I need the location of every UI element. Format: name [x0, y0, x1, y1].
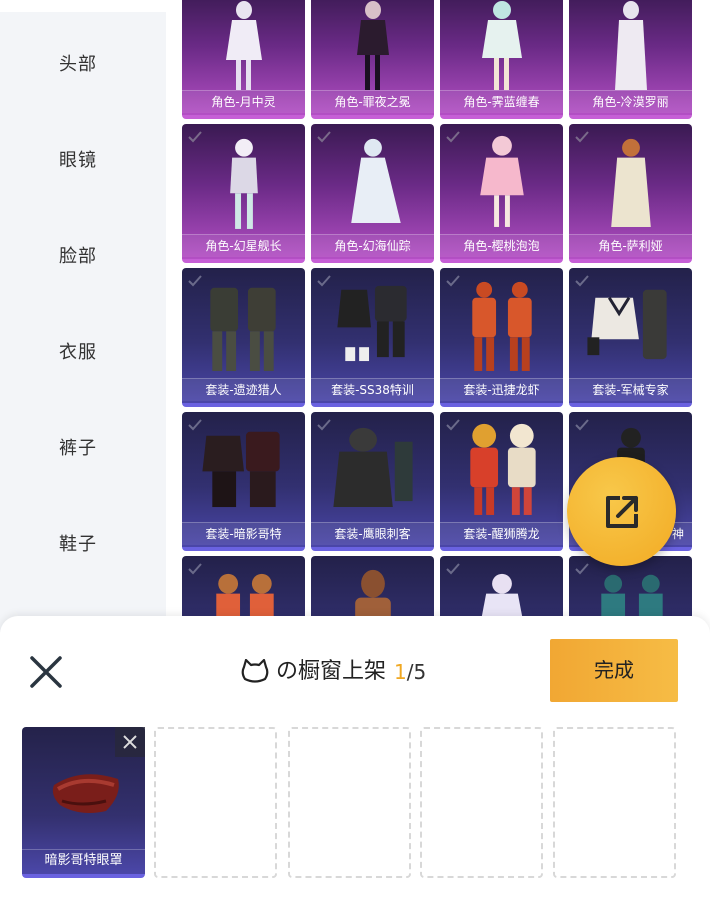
item-card[interactable]: 套装-鹰眼刺客 [311, 412, 434, 551]
item-card[interactable]: 角色-霁蓝缠春 [440, 0, 563, 119]
character-figure-icon [480, 135, 524, 227]
character-figure-icon [230, 138, 258, 229]
outfit-figure-icon [333, 427, 413, 508]
item-label: 套装-暗影哥特 [182, 522, 305, 545]
showcase-slot-empty[interactable] [288, 727, 411, 878]
cat-face-icon [241, 659, 269, 683]
close-button[interactable] [28, 654, 64, 690]
share-button[interactable] [567, 457, 676, 566]
remove-button[interactable] [115, 727, 145, 757]
panel-title-text: の橱窗上架 [276, 659, 387, 684]
item-label: 角色-幻海仙踪 [311, 234, 434, 257]
item-card[interactable]: 角色-月中灵 [182, 0, 305, 119]
panel-title: の橱窗上架 1/5 [240, 654, 426, 690]
item-card[interactable]: 套装-遗迹猎人 [182, 268, 305, 407]
character-figure-icon [482, 1, 522, 90]
item-label: 角色-冷漠罗丽 [569, 90, 692, 113]
showcase-slot-filled[interactable]: 暗影哥特眼罩 [22, 727, 145, 878]
item-card[interactable]: 套装-醒狮腾龙 [440, 412, 563, 551]
done-button[interactable]: 完成 [550, 639, 678, 702]
sidebar-item-face[interactable]: 脸部 [0, 242, 156, 268]
character-figure-icon [351, 138, 401, 223]
item-card[interactable]: 角色-幻海仙踪 [311, 124, 434, 263]
sidebar-item-head[interactable]: 头部 [0, 50, 156, 76]
item-label: 套装-SS38特训 [311, 378, 434, 401]
outfit-figure-icon [587, 289, 667, 360]
item-card[interactable] [311, 556, 434, 616]
outfit-figure-icon [202, 431, 280, 508]
item-card[interactable]: 角色-冷漠罗丽 [569, 0, 692, 119]
item-card[interactable]: 套装-暗影哥特 [182, 412, 305, 551]
share-external-icon [605, 495, 638, 528]
item-card[interactable] [440, 556, 563, 616]
item-label: 套装-迅捷龙虾 [440, 378, 563, 401]
item-label: 套装-遗迹猎人 [182, 378, 305, 401]
sidebar-item-clothes[interactable]: 衣服 [0, 338, 156, 364]
selected-count: 1 [394, 660, 407, 684]
outfit-figure-icon [337, 285, 407, 362]
outfit-figure-icon [210, 287, 276, 371]
item-label: 角色-萨利娅 [569, 234, 692, 257]
item-label: 角色-霁蓝缠春 [440, 90, 563, 113]
item-label: 角色-月中灵 [182, 90, 305, 113]
item-card[interactable]: 角色-幻星舰长 [182, 124, 305, 263]
close-icon [30, 656, 62, 688]
item-card[interactable]: 角色-罪夜之冕 [311, 0, 434, 119]
outfit-figure-icon [472, 281, 532, 371]
total-count: /5 [406, 660, 427, 684]
item-card[interactable]: 套装-迅捷龙虾 [440, 268, 563, 407]
category-sidebar: 头部 眼镜 脸部 衣服 裤子 鞋子 [0, 12, 166, 632]
item-card[interactable] [182, 556, 305, 616]
character-figure-icon [357, 1, 389, 90]
item-label: 角色-樱桃泡泡 [440, 234, 563, 257]
item-label: 套装-鹰眼刺客 [311, 522, 434, 545]
character-figure-icon [615, 1, 647, 90]
item-label: 套装-军械专家 [569, 378, 692, 401]
item-label: 角色-罪夜之冕 [311, 90, 434, 113]
outfit-figure-icon [470, 423, 536, 515]
outfit-figure-icon [216, 573, 274, 616]
sidebar-item-glasses[interactable]: 眼镜 [0, 146, 156, 172]
slot-label: 暗影哥特眼罩 [22, 849, 145, 872]
item-label: 角色-幻星舰长 [182, 234, 305, 257]
item-card[interactable]: 套装-SS38特训 [311, 268, 434, 407]
outfit-figure-icon [481, 573, 523, 616]
sidebar-item-shoes[interactable]: 鞋子 [0, 530, 156, 556]
character-figure-icon [611, 138, 651, 227]
showcase-slot-empty[interactable] [154, 727, 277, 878]
showcase-slot-empty[interactable] [420, 727, 543, 878]
showcase-slot-empty[interactable] [553, 727, 676, 878]
sidebar-item-pants[interactable]: 裤子 [0, 434, 156, 460]
outfit-figure-icon [355, 569, 391, 616]
character-figure-icon [226, 1, 262, 90]
eye-mask-icon [52, 774, 119, 813]
item-card[interactable]: 角色-樱桃泡泡 [440, 124, 563, 263]
close-icon [123, 735, 137, 749]
item-card[interactable]: 套装-军械专家 [569, 268, 692, 407]
showcase-panel: の橱窗上架 1/5 完成 暗影哥特眼罩 [0, 616, 710, 897]
item-label: 套装-醒狮腾龙 [440, 522, 563, 545]
item-card[interactable]: 角色-萨利娅 [569, 124, 692, 263]
